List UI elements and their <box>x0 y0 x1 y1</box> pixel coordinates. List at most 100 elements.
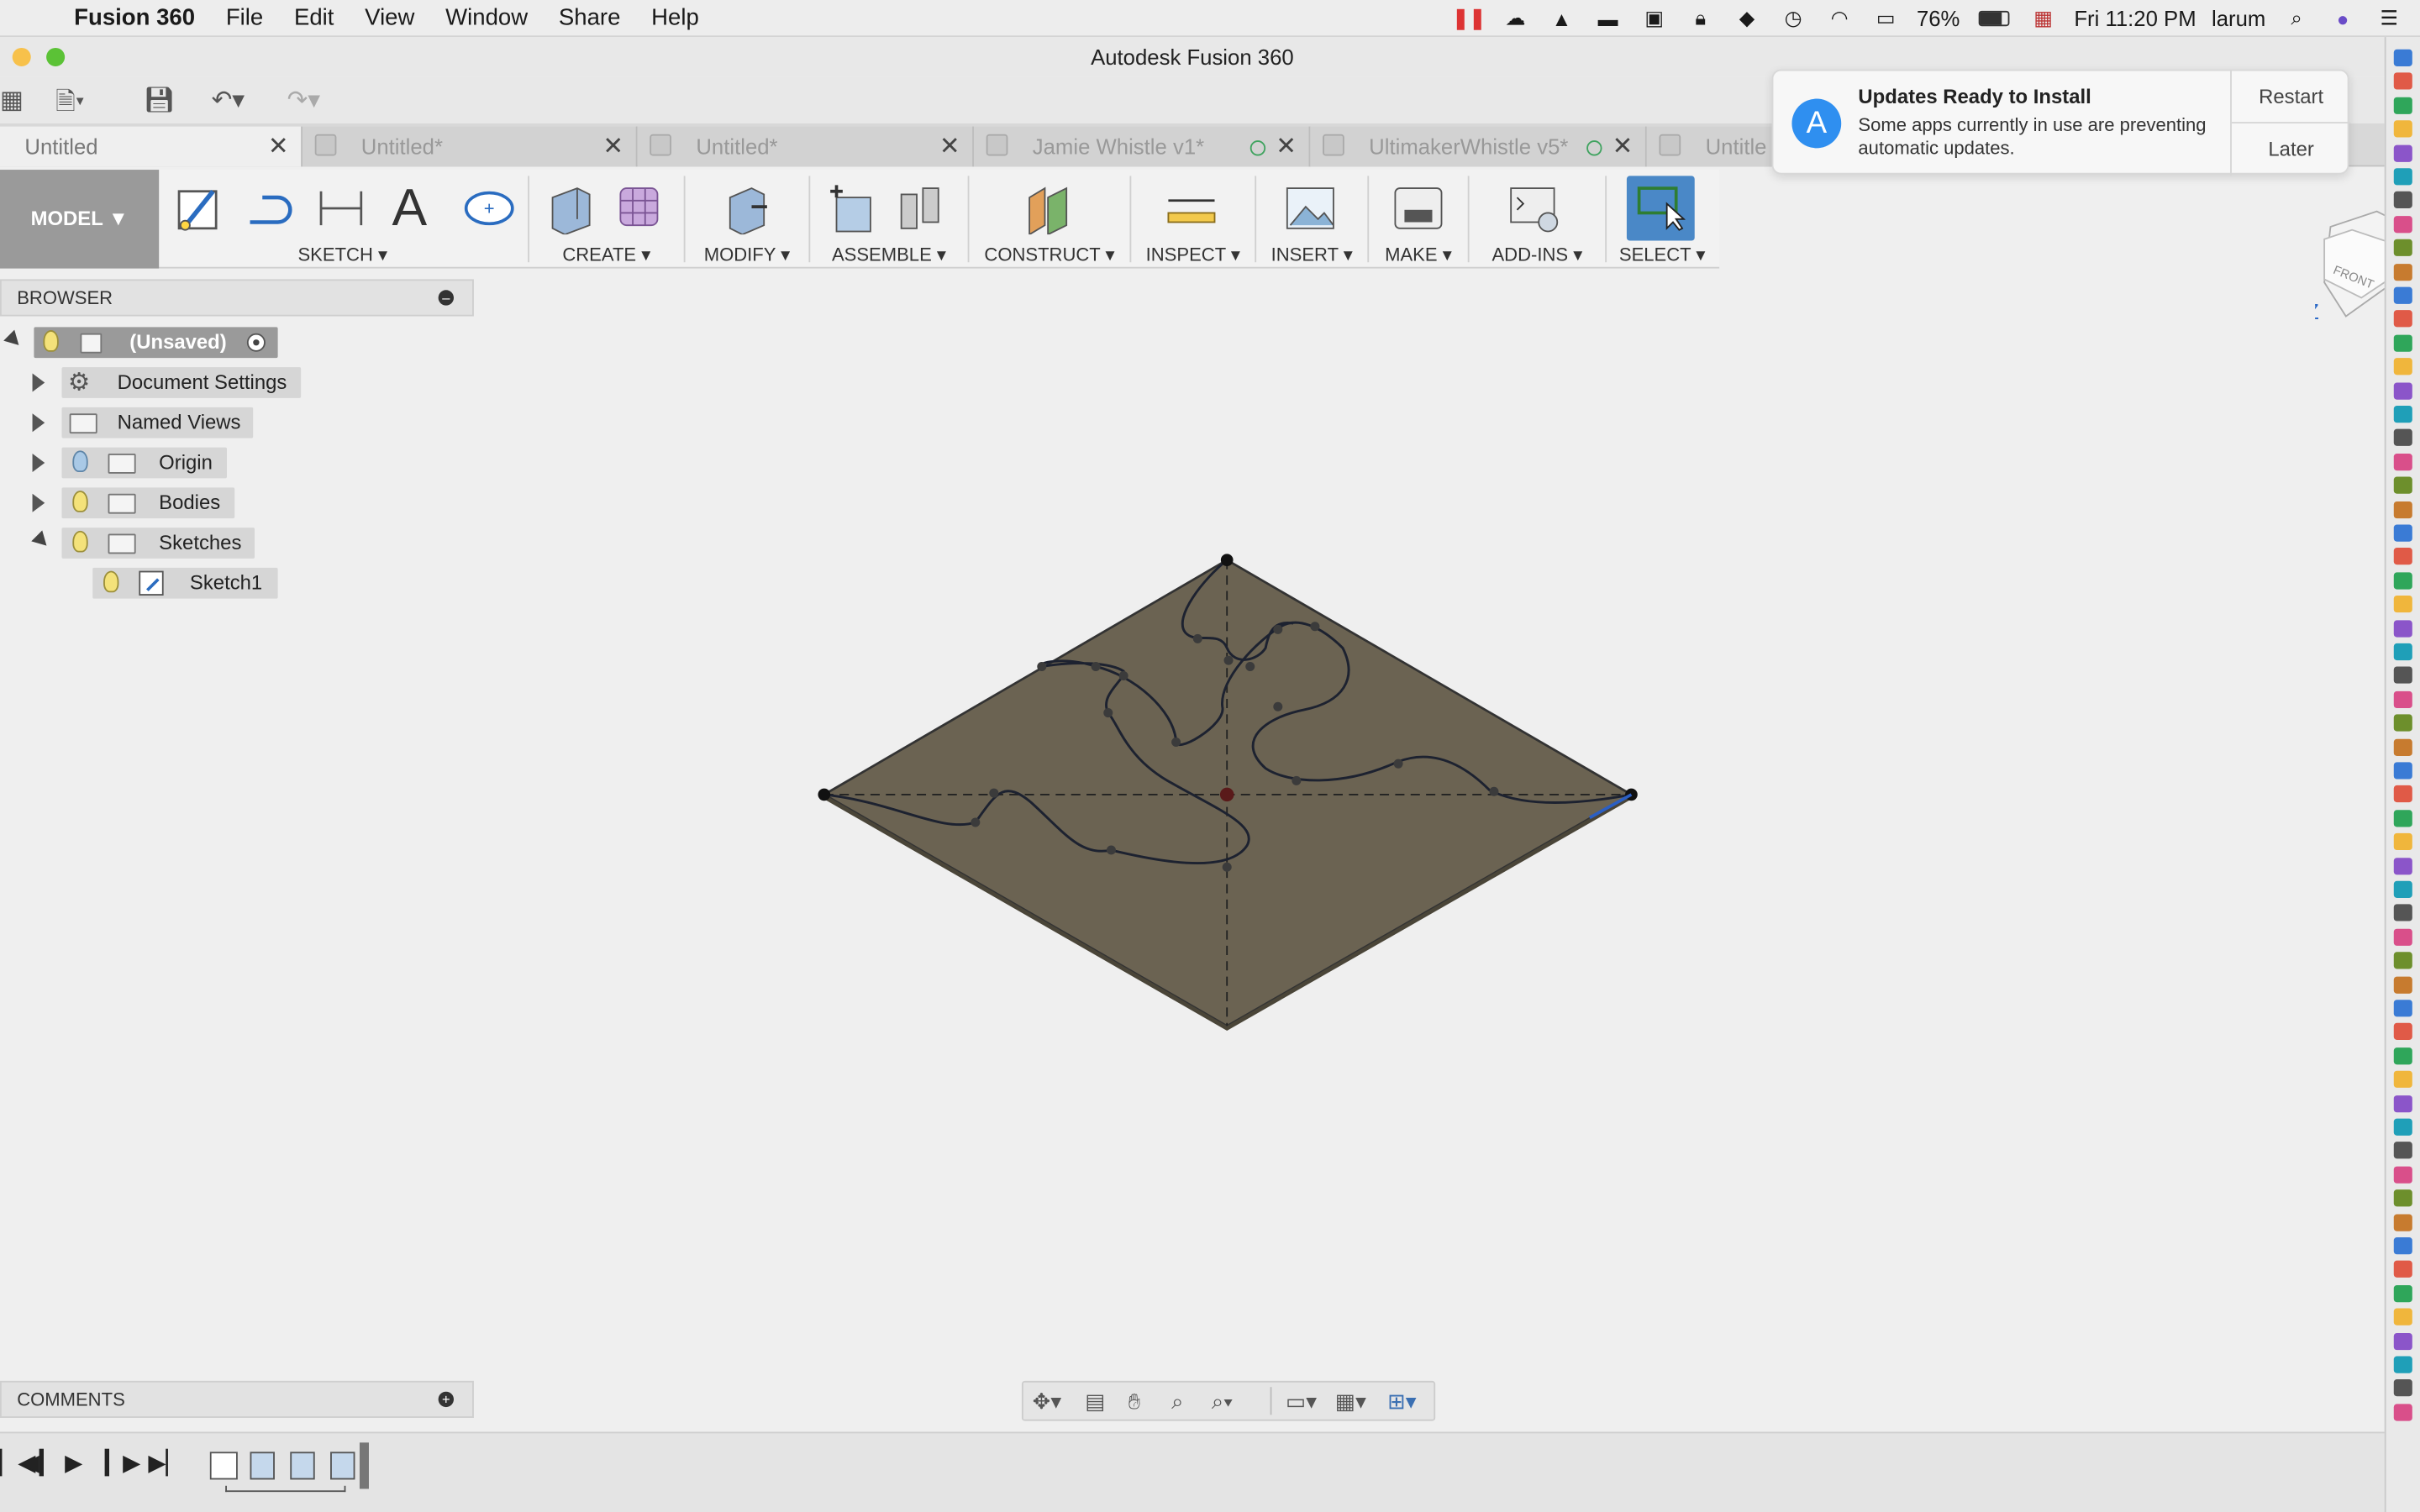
dock-app-icon[interactable] <box>2393 1356 2412 1373</box>
close-window-button[interactable] <box>12 47 31 66</box>
origin-point[interactable] <box>1219 787 1234 802</box>
sketch-vertex-top[interactable] <box>1220 554 1234 567</box>
collapse-arrow-icon[interactable] <box>3 329 24 351</box>
timeline-feature-extrude-3[interactable] <box>330 1452 355 1480</box>
menu-app-name[interactable]: Fusion 360 <box>61 5 210 31</box>
create-menu[interactable]: CREATE ▾ <box>534 244 680 265</box>
dock-app-icon[interactable] <box>2393 1237 2412 1255</box>
dock-app-icon[interactable] <box>2393 1142 2412 1160</box>
clock[interactable]: Fri 11:20 PM <box>2074 6 2196 30</box>
dock-app-icon[interactable] <box>2393 738 2412 756</box>
battery-icon[interactable] <box>1975 6 2012 30</box>
pause-icon[interactable]: ❚❚ <box>1452 6 1486 30</box>
go-to-end-icon[interactable]: ▶▏ <box>148 1449 183 1477</box>
center-point-circle-icon[interactable]: + <box>463 182 515 234</box>
text-icon[interactable]: A <box>392 182 445 234</box>
make-menu[interactable]: MAKE ▾ <box>1374 244 1464 265</box>
browser-item-named-views[interactable]: Named Views <box>0 407 262 438</box>
look-at-icon[interactable]: ▤ <box>1085 1389 1105 1415</box>
evernote-icon[interactable]: ◆ <box>1732 6 1763 30</box>
dock-app-icon[interactable] <box>2393 1118 2412 1136</box>
visibility-bulb-icon[interactable] <box>43 330 59 352</box>
dock-app-icon[interactable] <box>2393 501 2412 518</box>
dock-app-icon[interactable] <box>2393 1404 2412 1421</box>
dock-app-icon[interactable] <box>2393 1095 2412 1112</box>
dock-app-icon[interactable] <box>2393 144 2412 162</box>
dock-app-icon[interactable] <box>2393 1284 2412 1302</box>
collapse-panel-icon[interactable]: – <box>438 290 454 306</box>
collapse-arrow-icon[interactable] <box>31 530 52 552</box>
insert-image-icon[interactable] <box>1284 182 1336 234</box>
dock-app-icon[interactable] <box>2393 1000 2412 1017</box>
visibility-bulb-icon[interactable] <box>103 570 119 593</box>
dock-app-icon[interactable] <box>2393 596 2412 613</box>
measure-icon[interactable] <box>1165 182 1218 234</box>
grid-settings-icon[interactable]: ▦▾ <box>1335 1389 1366 1415</box>
dock-app-icon[interactable] <box>2393 928 2412 946</box>
dock-app-icon[interactable] <box>2393 334 2412 352</box>
close-icon[interactable]: ✕ <box>602 131 623 162</box>
play-icon[interactable]: ▶ <box>65 1449 82 1477</box>
dock-app-icon[interactable] <box>2393 667 2412 685</box>
dock-app-icon[interactable] <box>2393 714 2412 732</box>
dock-app-icon[interactable] <box>2393 809 2412 827</box>
dock-app-icon[interactable] <box>2393 476 2412 495</box>
close-icon[interactable]: ✕ <box>939 131 960 162</box>
dock-app-icon[interactable] <box>2393 833 2412 851</box>
dock-app-icon[interactable] <box>2393 1189 2412 1207</box>
visibility-bulb-icon[interactable] <box>72 450 88 473</box>
visibility-bulb-icon[interactable] <box>72 491 88 512</box>
browser-item-document-settings[interactable]: ⚙ Document Settings <box>0 367 308 398</box>
step-back-icon[interactable]: ◀▎ <box>22 1449 57 1477</box>
browser-item-sketches[interactable]: Sketches <box>0 528 262 559</box>
file-menu-icon[interactable]: 🗎︎▾ <box>55 85 85 116</box>
joint-icon[interactable] <box>895 182 947 234</box>
3d-print-icon[interactable] <box>1392 182 1444 234</box>
menu-edit[interactable]: Edit <box>279 5 350 31</box>
sketch-dimension-icon[interactable] <box>315 182 367 234</box>
viewcube[interactable]: FRONT Z <box>2315 208 2390 328</box>
timeline-marker[interactable] <box>359 1442 369 1489</box>
browser-panel-header[interactable]: BROWSER – <box>0 279 474 317</box>
dock-app-icon[interactable] <box>2393 120 2412 138</box>
time-machine-icon[interactable]: ◷ <box>1778 6 1809 30</box>
tab-untitled-1[interactable]: Untitled ✕ <box>0 126 302 167</box>
screen-recorder-icon[interactable]: ▣ <box>1639 6 1670 30</box>
notification-center-icon[interactable]: ☰ <box>2374 6 2405 30</box>
dock-app-icon[interactable] <box>2393 358 2412 375</box>
save-icon[interactable]: 💾︎ <box>144 85 175 116</box>
menu-extra-icon[interactable]: ▬ <box>1592 6 1623 30</box>
dock-app-icon[interactable] <box>2393 1166 2412 1184</box>
zoom-icon[interactable]: ⌕ <box>1171 1389 1183 1415</box>
orbit-icon[interactable]: ✥▾ <box>1033 1389 1061 1415</box>
modify-menu[interactable]: MODIFY ▾ <box>690 244 804 265</box>
assemble-menu[interactable]: ASSEMBLE ▾ <box>815 244 963 265</box>
dock-app-icon[interactable] <box>2393 1213 2412 1231</box>
user-name[interactable]: larum <box>2212 6 2265 30</box>
later-button[interactable]: Later <box>2232 123 2350 176</box>
expand-panel-icon[interactable]: + <box>438 1391 454 1408</box>
dock-app-icon[interactable] <box>2393 880 2412 898</box>
drive-icon[interactable]: ▲ <box>1546 6 1577 30</box>
lock-icon[interactable]: 🔒︎ <box>1685 6 1716 30</box>
dock-app-icon[interactable] <box>2393 192 2412 209</box>
dock-app-icon[interactable] <box>2393 406 2412 423</box>
insert-menu[interactable]: INSERT ▾ <box>1261 244 1363 265</box>
airplay-icon[interactable]: ▭ <box>1870 6 1902 30</box>
addins-menu[interactable]: ADD-INS ▾ <box>1474 244 1601 265</box>
dock-app-icon[interactable] <box>2393 524 2412 542</box>
dock-app-icon[interactable] <box>2393 762 2412 780</box>
line-icon[interactable] <box>244 182 296 234</box>
comments-panel-header[interactable]: COMMENTS + <box>0 1380 474 1418</box>
workspace-switcher[interactable]: MODEL ▼ <box>0 170 160 269</box>
sketch-menu[interactable]: SKETCH ▾ <box>164 244 522 265</box>
close-icon[interactable]: ✕ <box>1612 131 1634 162</box>
timeline-feature-extrude-1[interactable] <box>250 1452 275 1480</box>
create-sketch-icon[interactable] <box>173 182 225 234</box>
close-icon[interactable]: ✕ <box>1276 131 1297 162</box>
sketch-vertex-left[interactable] <box>818 788 831 801</box>
tab-untitled-3[interactable]: Untitled* ✕ <box>637 126 974 167</box>
construct-menu[interactable]: CONSTRUCT ▾ <box>974 244 1125 265</box>
browser-root[interactable]: (Unsaved) <box>0 327 293 359</box>
dock-app-icon[interactable] <box>2393 429 2412 447</box>
